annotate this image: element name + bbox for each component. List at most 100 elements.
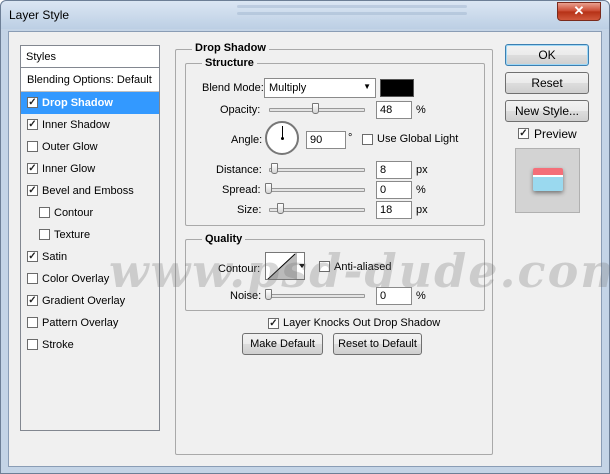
opacity-unit: %	[416, 104, 426, 116]
sidebar-item-pattern-overlay[interactable]: Pattern Overlay	[21, 312, 159, 334]
opacity-slider-thumb[interactable]	[312, 103, 319, 114]
anti-aliased-checkbox[interactable]	[319, 261, 330, 272]
style-label: Color Overlay	[42, 273, 110, 285]
background-menu-ghost	[237, 1, 467, 21]
style-checkbox[interactable]	[27, 251, 38, 262]
sidebar-item-texture[interactable]: Texture	[21, 224, 159, 246]
size-unit: px	[416, 204, 428, 216]
preview-label: Preview	[534, 127, 577, 141]
style-label: Bevel and Emboss	[42, 185, 134, 197]
knockout-label: Layer Knocks Out Drop Shadow	[283, 317, 441, 329]
distance-input[interactable]: 8	[376, 161, 412, 179]
noise-label: Noise:	[230, 290, 262, 302]
style-checkbox[interactable]	[39, 207, 50, 218]
sidebar-item-stroke[interactable]: Stroke	[21, 334, 159, 356]
style-checkbox[interactable]	[27, 185, 38, 196]
style-label: Stroke	[42, 339, 74, 351]
preview-swatch	[533, 168, 563, 191]
styles-header[interactable]: Styles	[21, 46, 159, 68]
chevron-down-icon: ▼	[363, 82, 371, 91]
sidebar-item-drop-shadow[interactable]: Drop Shadow	[21, 92, 159, 114]
style-label: Outer Glow	[42, 141, 98, 153]
style-checkbox[interactable]	[27, 97, 38, 108]
use-global-light-label: Use Global Light	[377, 133, 459, 145]
knockout-checkbox[interactable]	[268, 318, 279, 329]
sidebar-item-inner-glow[interactable]: Inner Glow	[21, 158, 159, 180]
style-checkbox[interactable]	[27, 141, 38, 152]
reset-button[interactable]: Reset	[505, 72, 589, 94]
style-label: Satin	[42, 251, 68, 263]
distance-slider-thumb[interactable]	[271, 163, 278, 174]
distance-label: Distance:	[216, 164, 262, 176]
quality-title: Quality	[202, 233, 246, 245]
spread-unit: %	[416, 184, 426, 196]
blend-mode-value: Multiply	[269, 82, 307, 94]
angle-label: Angle:	[231, 134, 263, 146]
style-label: Inner Shadow	[42, 119, 110, 131]
noise-input[interactable]: 0	[376, 287, 412, 305]
style-checkbox[interactable]	[27, 317, 38, 328]
style-label: Gradient Overlay	[42, 295, 126, 307]
distance-slider-track[interactable]	[269, 168, 365, 172]
noise-slider-track[interactable]	[269, 294, 365, 298]
sidebar-item-bevel-and-emboss[interactable]: Bevel and Emboss	[21, 180, 159, 202]
spread-label: Spread:	[222, 184, 261, 196]
dialog-body: Styles Blending Options: Default Drop Sh…	[8, 31, 610, 467]
sidebar-item-gradient-overlay[interactable]: Gradient Overlay	[21, 290, 159, 312]
style-label: Pattern Overlay	[42, 317, 119, 329]
blend-mode-label: Blend Mode:	[202, 82, 264, 94]
new-style-button[interactable]: New Style...	[505, 100, 589, 122]
anti-aliased-label: Anti-aliased	[334, 261, 392, 273]
style-checkbox[interactable]	[27, 339, 38, 350]
window-title: Layer Style	[9, 8, 70, 22]
layer-style-dialog: Layer Style ✕ Styles Blending Options: D…	[0, 0, 610, 474]
size-input[interactable]: 18	[376, 201, 412, 219]
angle-dial-center	[281, 137, 284, 140]
use-global-light-checkbox[interactable]	[362, 134, 373, 145]
contour-label: Contour:	[218, 263, 261, 275]
noise-unit: %	[416, 290, 426, 302]
ok-button[interactable]: OK	[505, 44, 589, 66]
sidebar-item-contour[interactable]: Contour	[21, 202, 159, 224]
preview-checkbox[interactable]	[518, 128, 529, 139]
style-checkbox[interactable]	[27, 119, 38, 130]
reset-to-default-button[interactable]: Reset to Default	[333, 333, 422, 355]
structure-title: Structure	[202, 57, 257, 69]
angle-input[interactable]: 90	[306, 131, 346, 149]
styles-list: Styles Blending Options: Default Drop Sh…	[20, 45, 160, 431]
title-bar[interactable]: Layer Style ✕	[1, 1, 609, 29]
angle-unit: °	[348, 132, 353, 144]
blend-mode-select[interactable]: Multiply ▼	[264, 78, 376, 98]
sidebar-item-outer-glow[interactable]: Outer Glow	[21, 136, 159, 158]
blending-options-item[interactable]: Blending Options: Default	[21, 68, 159, 92]
noise-slider-thumb[interactable]	[265, 289, 272, 300]
style-checkbox[interactable]	[27, 295, 38, 306]
spread-slider-track[interactable]	[269, 188, 365, 192]
style-items: Drop Shadow Inner Shadow Outer Glow Inner G…	[21, 92, 159, 356]
style-checkbox[interactable]	[27, 273, 38, 284]
style-label: Texture	[54, 229, 91, 241]
contour-curve-icon	[267, 253, 304, 279]
contour-picker[interactable]	[265, 252, 305, 280]
make-default-button[interactable]: Make Default	[242, 333, 323, 355]
style-checkbox[interactable]	[39, 229, 50, 240]
size-slider-thumb[interactable]	[277, 203, 284, 214]
style-label: Inner Glow	[42, 163, 96, 175]
spread-input[interactable]: 0	[376, 181, 412, 199]
style-checkbox[interactable]	[27, 163, 38, 174]
opacity-input[interactable]: 48	[376, 101, 412, 119]
opacity-label: Opacity:	[220, 104, 261, 116]
shadow-color-swatch[interactable]	[380, 79, 414, 97]
angle-dial[interactable]	[265, 121, 299, 155]
size-label: Size:	[237, 204, 262, 216]
style-label: Contour	[54, 207, 94, 219]
drop-shadow-title: Drop Shadow	[192, 42, 269, 54]
sidebar-item-satin[interactable]: Satin	[21, 246, 159, 268]
spread-slider-thumb[interactable]	[265, 183, 272, 194]
style-label: Drop Shadow	[42, 97, 113, 109]
preview-thumbnail	[515, 148, 580, 213]
sidebar-item-color-overlay[interactable]: Color Overlay	[21, 268, 159, 290]
distance-unit: px	[416, 164, 428, 176]
sidebar-item-inner-shadow[interactable]: Inner Shadow	[21, 114, 159, 136]
close-button[interactable]: ✕	[557, 2, 601, 21]
